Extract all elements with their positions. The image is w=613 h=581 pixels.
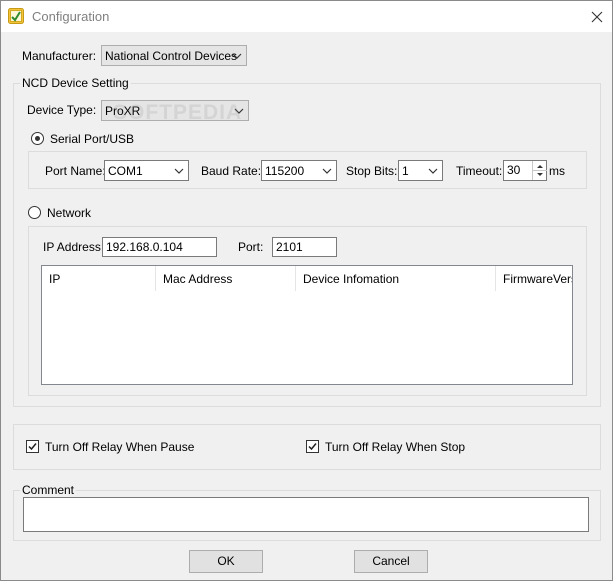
column-header-firmware-version[interactable]: FirmwareVersic <box>496 266 572 291</box>
port-input[interactable]: 2101 <box>272 237 337 257</box>
checkmark-icon <box>308 443 317 451</box>
watermark: SOFTPEDIA <box>113 101 243 124</box>
timeout-label: Timeout: <box>456 164 503 178</box>
chevron-down-icon <box>322 168 332 174</box>
manufacturer-label: Manufacturer: <box>22 49 97 63</box>
close-icon <box>591 11 603 23</box>
column-header-mac-address[interactable]: Mac Address <box>156 266 296 291</box>
title-bar: Configuration <box>1 1 612 32</box>
ip-address-label: IP Address: <box>43 240 105 254</box>
chevron-down-icon <box>232 53 242 59</box>
app-icon <box>8 8 24 24</box>
manufacturer-value: National Control Devices <box>105 49 238 63</box>
configuration-dialog: Configuration Manufacturer: National Con… <box>0 0 613 581</box>
column-header-ip[interactable]: IP <box>42 266 156 291</box>
radio-selected-dot <box>35 136 40 141</box>
manufacturer-select[interactable]: National Control Devices <box>101 45 247 66</box>
network-radio[interactable] <box>28 206 41 219</box>
device-type-label: Device Type: <box>27 103 97 117</box>
chevron-down-icon <box>428 168 438 174</box>
chevron-down-icon <box>174 168 184 174</box>
stop-bits-value: 1 <box>402 164 409 178</box>
port-name-label: Port Name: <box>45 164 106 178</box>
baud-rate-select[interactable]: 115200 <box>261 160 337 181</box>
close-button[interactable] <box>582 5 612 29</box>
turn-off-relay-stop-checkbox[interactable] <box>306 440 319 453</box>
baud-rate-label: Baud Rate: <box>201 164 262 178</box>
serial-port-radio-label: Serial Port/USB <box>50 132 135 146</box>
comment-label: Comment <box>20 483 77 497</box>
stop-bits-select[interactable]: 1 <box>398 160 443 181</box>
stop-bits-label: Stop Bits: <box>346 164 398 178</box>
network-radio-label: Network <box>47 206 92 220</box>
baud-rate-value: 115200 <box>265 164 305 178</box>
comment-input[interactable] <box>23 497 589 532</box>
port-label: Port: <box>238 240 264 254</box>
ip-address-input[interactable]: 192.168.0.104 <box>102 237 217 257</box>
turn-off-relay-pause-checkbox[interactable] <box>26 440 39 453</box>
timeout-spin-buttons[interactable] <box>532 161 547 180</box>
column-header-device-information[interactable]: Device Infomation <box>296 266 496 291</box>
serial-port-radio[interactable] <box>31 132 44 145</box>
port-name-value: COM1 <box>108 164 143 178</box>
checkmark-icon <box>28 443 37 451</box>
ok-button[interactable]: OK <box>189 550 263 573</box>
device-list[interactable]: IP Mac Address Device Infomation Firmwar… <box>41 265 573 385</box>
port-value: 2101 <box>276 240 303 254</box>
turn-off-relay-stop-label: Turn Off Relay When Stop <box>325 440 466 454</box>
ip-address-value: 192.168.0.104 <box>106 240 183 254</box>
timeout-value: 30 <box>507 163 521 177</box>
ncd-group-title: NCD Device Setting <box>20 76 131 90</box>
timeout-unit: ms <box>549 164 565 178</box>
device-list-header: IP Mac Address Device Infomation Firmwar… <box>42 266 572 291</box>
turn-off-relay-pause-label: Turn Off Relay When Pause <box>45 440 195 454</box>
window-title: Configuration <box>32 9 110 24</box>
timeout-spinner[interactable]: 30 <box>503 160 547 181</box>
port-name-select[interactable]: COM1 <box>104 160 189 181</box>
spin-up-down-icon <box>533 165 547 176</box>
cancel-button[interactable]: Cancel <box>354 550 428 573</box>
